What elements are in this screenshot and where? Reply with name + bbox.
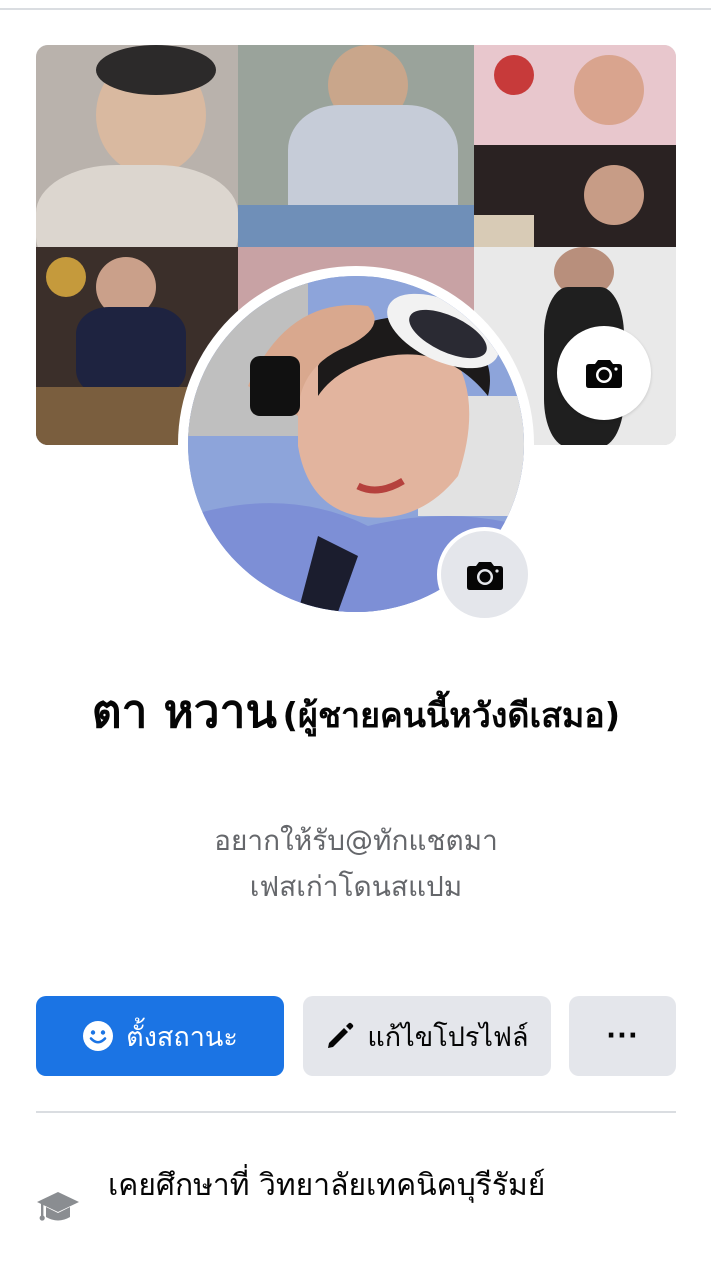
edit-cover-button[interactable] xyxy=(557,326,651,420)
cover-collage-photo xyxy=(474,45,676,145)
graduation-cap-icon xyxy=(36,1186,80,1230)
profile-nickname: (ผู้ชายคนนี้หวังดีเสมอ) xyxy=(282,696,621,736)
cover-collage-photo xyxy=(238,45,474,247)
bio-line: เฟสเก่าโดนสแปม xyxy=(249,870,463,903)
profile-bio: อยากให้รับ@ทักแชตมา เฟสเก่าโดนสแปม xyxy=(36,818,676,910)
edit-profile-button[interactable]: แก้ไขโปรไฟล์ xyxy=(303,996,551,1076)
edit-profile-picture-button[interactable] xyxy=(437,527,532,622)
profile-name: ตา หวาน (ผู้ชายคนนี้หวังดีเสมอ) xyxy=(36,680,676,753)
profile-name-main: ตา หวาน xyxy=(91,684,277,738)
more-dots-icon: ··· xyxy=(606,1021,639,1051)
cover-collage-photo xyxy=(36,45,238,247)
camera-icon xyxy=(466,557,503,593)
education-text: เคยศึกษาที่ วิทยาลัยเทคนิคบุรีรัมย์ xyxy=(108,1168,546,1203)
cover-collage-photo xyxy=(474,145,676,247)
smiley-icon xyxy=(82,1020,114,1052)
more-options-button[interactable]: ··· xyxy=(569,996,676,1076)
bio-line: อยากให้รับ@ทักแชตมา xyxy=(214,824,498,857)
set-status-label: ตั้งสถานะ xyxy=(126,1021,238,1053)
set-status-button[interactable]: ตั้งสถานะ xyxy=(36,996,284,1076)
section-divider xyxy=(36,1111,676,1113)
camera-icon xyxy=(586,355,622,391)
pencil-icon xyxy=(325,1021,355,1051)
top-divider xyxy=(0,8,711,10)
edit-profile-label: แก้ไขโปรไฟล์ xyxy=(367,1021,529,1053)
